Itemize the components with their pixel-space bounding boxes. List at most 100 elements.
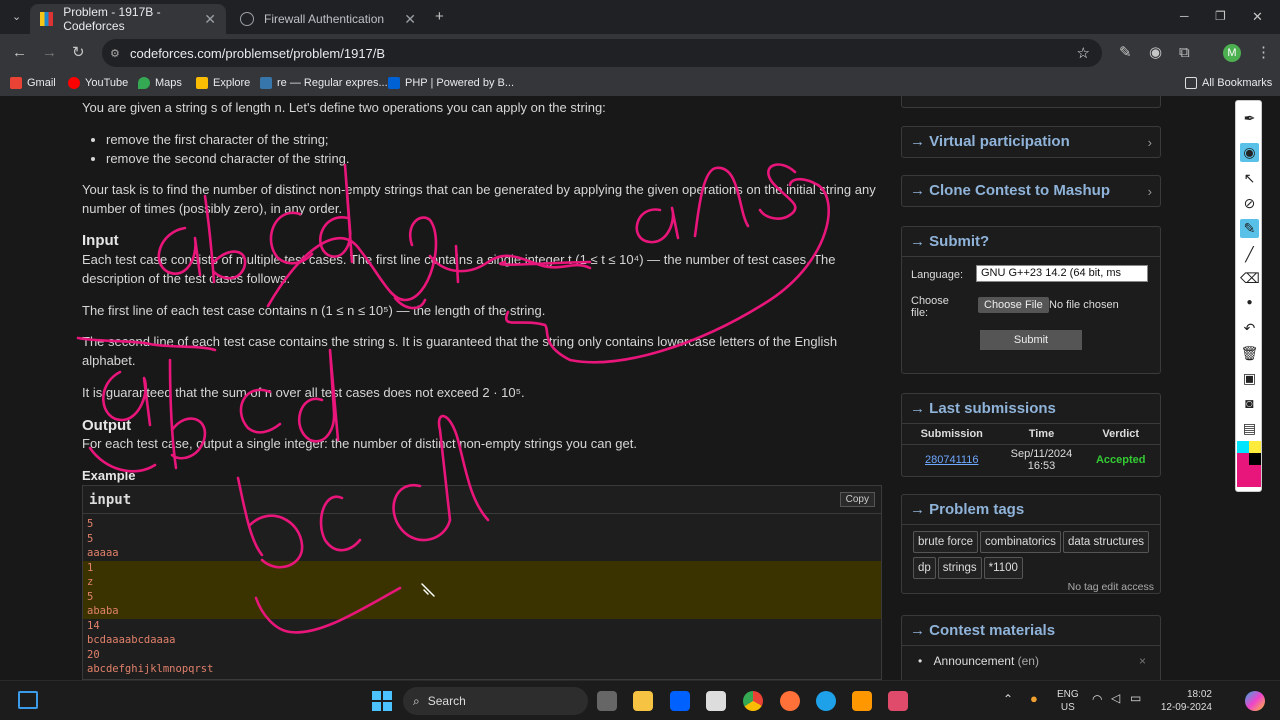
profile-avatar[interactable]: M <box>1223 44 1241 62</box>
problem-tag[interactable]: brute force <box>913 531 978 553</box>
color-swatch[interactable] <box>1249 453 1261 465</box>
eyedropper-extension-icon[interactable]: ✎ <box>1119 45 1132 60</box>
problem-tag[interactable]: strings <box>937 557 982 579</box>
clock-date: 12-09-2024 <box>1160 702 1212 713</box>
submission-id-link[interactable]: 280741116 <box>902 444 1002 475</box>
all-bookmarks[interactable]: All Bookmarks <box>1185 77 1272 89</box>
cursor-icon[interactable]: ↖ <box>1240 169 1259 188</box>
color-swatch[interactable] <box>1237 453 1249 465</box>
search-label: Search <box>427 694 466 708</box>
edge-icon[interactable] <box>816 691 836 711</box>
problem-tag[interactable]: combinatorics <box>979 531 1061 553</box>
bookmark-regex[interactable]: re — Regular expres... <box>260 77 388 89</box>
choose-file-button[interactable]: Choose File <box>978 297 1049 313</box>
virtual-participation-link[interactable]: → Virtual participation <box>902 127 1160 156</box>
language-label: Language: <box>911 269 963 281</box>
firefox-icon[interactable] <box>780 691 800 711</box>
bookmark-label: PHP | Powered by B... <box>405 77 515 89</box>
forward-icon[interactable]: → <box>42 45 57 60</box>
close-tab-icon[interactable]: ✕ <box>404 11 416 28</box>
microsoft-store-icon[interactable] <box>706 691 726 711</box>
column-header: Verdict <box>1081 423 1160 445</box>
sublime-text-icon[interactable] <box>852 691 872 711</box>
wifi-icon[interactable]: ◠ <box>1092 692 1102 706</box>
bookmark-gmail[interactable]: Gmail <box>10 77 56 89</box>
language-select[interactable]: GNU G++23 14.2 (64 bit, ms <box>976 265 1148 282</box>
pen-off-icon[interactable]: ⊘ <box>1240 194 1259 213</box>
address-bar[interactable]: ⚙ codeforces.com/problemset/problem/1917… <box>102 39 1102 67</box>
copilot-icon[interactable] <box>1245 691 1265 711</box>
color-swatch[interactable] <box>1237 441 1249 453</box>
browser-toolbar: ← → ↻ ⚙ codeforces.com/problemset/proble… <box>0 34 1280 72</box>
maximize-icon[interactable]: ❐ <box>1215 9 1226 24</box>
reload-icon[interactable]: ↻ <box>72 45 85 60</box>
bookmark-youtube[interactable]: YouTube <box>68 77 128 89</box>
close-tab-icon[interactable]: ✕ <box>204 11 216 28</box>
file-explorer-icon[interactable] <box>633 691 653 711</box>
problem-tag[interactable]: dp <box>913 557 936 579</box>
problem-tag[interactable]: *1100 <box>983 557 1023 579</box>
camera-icon[interactable]: ◙ <box>1240 394 1259 413</box>
pen-nib-icon[interactable]: ✒ <box>1240 109 1259 128</box>
close-icon[interactable]: × <box>1139 654 1146 668</box>
example-line: 5 <box>87 532 94 545</box>
active-color-swatch[interactable] <box>1237 465 1261 487</box>
dropbox-icon[interactable] <box>670 691 690 711</box>
bookmark-php[interactable]: PHP | Powered by B... <box>388 77 514 89</box>
widgets-icon[interactable] <box>18 691 38 709</box>
problem-tag[interactable]: data structures <box>1062 531 1150 553</box>
region-code: US <box>1060 702 1075 713</box>
new-tab-icon[interactable]: + <box>435 9 444 24</box>
announcement-link[interactable]: Announcement <box>934 654 1015 668</box>
microphone-icon[interactable]: ● <box>1030 691 1038 706</box>
example-line: 1 <box>83 560 881 575</box>
trash-icon[interactable]: 🗑 <box>1240 344 1259 363</box>
snipping-tool-icon[interactable] <box>888 691 908 711</box>
board-icon[interactable]: ▣ <box>1240 369 1259 388</box>
tab-codeforces[interactable]: Problem - 1917B - Codeforces ✕ <box>30 4 226 34</box>
volume-icon[interactable]: ◁ <box>1111 691 1120 705</box>
menu-kebab-icon[interactable]: ⋮ <box>1256 45 1271 60</box>
incognito-extension-icon[interactable]: ◉ <box>1149 45 1162 60</box>
tag-list: brute force combinatorics data structures d… <box>902 525 1160 581</box>
tab-firewall[interactable]: Firewall Authentication ✕ <box>230 4 426 34</box>
language-indicator[interactable]: ENG US <box>1057 688 1079 714</box>
tray-chevron-icon[interactable]: ⌃ <box>1003 692 1013 706</box>
clone-contest-link[interactable]: → Clone Contest to Mashup <box>902 176 1160 205</box>
chrome-icon[interactable] <box>743 691 763 711</box>
explore-icon <box>196 77 208 89</box>
example-line: bcdaaaabcdaaaa <box>87 634 176 646</box>
dot-size-icon[interactable]: ● <box>1240 293 1259 312</box>
submit-button[interactable]: Submit <box>980 330 1082 350</box>
clipboard-icon[interactable]: ▤ <box>1240 419 1259 438</box>
battery-icon[interactable]: ▭ <box>1130 691 1141 705</box>
eye-icon[interactable]: ◉ <box>1240 143 1259 162</box>
tab-title: Firewall Authentication <box>264 12 385 26</box>
line-icon[interactable]: ╱ <box>1240 245 1259 264</box>
window-close-icon[interactable]: ✕ <box>1252 9 1263 24</box>
undo-icon[interactable]: ↶ <box>1240 319 1259 338</box>
last-submissions-title: → Last submissions <box>910 400 1056 417</box>
task-view-icon[interactable] <box>597 691 617 711</box>
bookmark-explore[interactable]: Explore <box>196 77 250 89</box>
minimize-icon[interactable]: ─ <box>1180 9 1189 24</box>
clone-contest-box[interactable]: → Clone Contest to Mashup › <box>901 175 1161 207</box>
output-heading: Output <box>82 417 132 434</box>
bookmark-star-icon[interactable]: ☆ <box>1077 44 1090 62</box>
announcement-item[interactable]: • Announcement (en) × <box>902 646 1160 668</box>
site-info-icon[interactable]: ⚙ <box>110 47 120 60</box>
virtual-participation-box[interactable]: → Virtual participation › <box>901 126 1161 158</box>
tab-search-icon[interactable]: ⌄ <box>12 10 21 25</box>
taskbar-search[interactable]: ⌕ Search <box>403 687 588 715</box>
extensions-icon[interactable]: ⧉ <box>1179 45 1190 60</box>
eraser-icon[interactable]: ⌫ <box>1240 269 1260 288</box>
color-swatch[interactable] <box>1249 441 1261 453</box>
clock[interactable]: 18:02 12-09-2024 <box>1160 688 1212 714</box>
start-windows-icon[interactable] <box>372 691 392 711</box>
bookmark-maps[interactable]: Maps <box>138 77 182 89</box>
back-icon[interactable]: ← <box>12 45 27 60</box>
color-palette[interactable] <box>1237 441 1261 489</box>
example-lines[interactable]: 5 5 aaaaa 1 z 5 ababa 14 bcdaaaabcdaaaa 20 abcdefg… <box>83 514 881 677</box>
copy-button[interactable]: Copy <box>839 492 875 507</box>
highlighter-icon[interactable]: ✎ <box>1240 219 1259 238</box>
